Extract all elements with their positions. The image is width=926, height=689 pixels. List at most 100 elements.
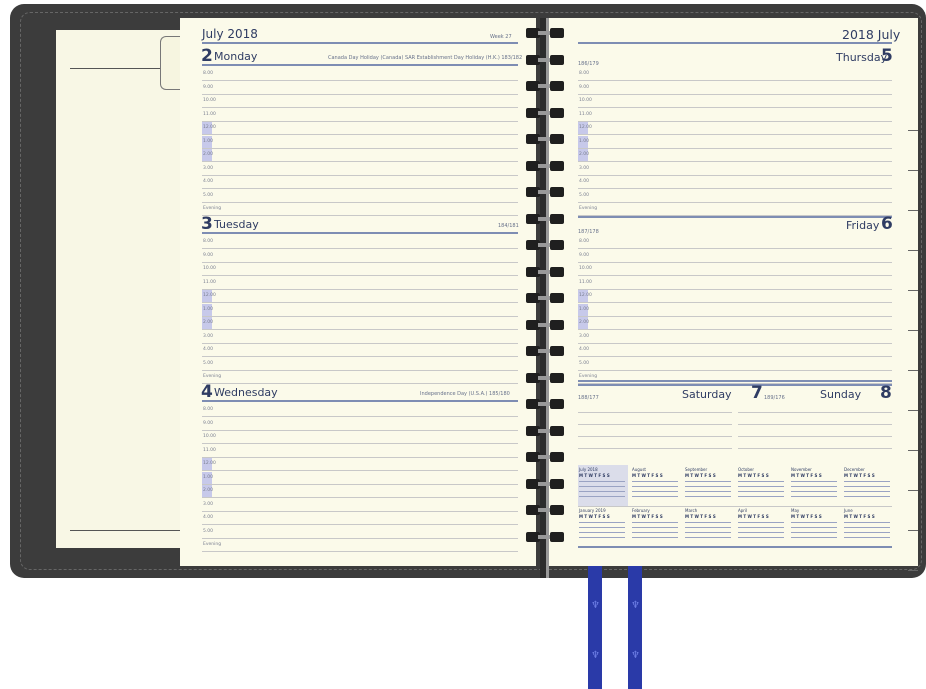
mini-calendar-dates bbox=[685, 532, 731, 533]
mini-calendar-dates bbox=[685, 481, 731, 482]
hour-label: 8.00 bbox=[203, 71, 214, 76]
hour-line bbox=[202, 188, 518, 189]
day-number: 5 bbox=[881, 46, 893, 66]
hour-line bbox=[202, 107, 518, 108]
hour-label: 10.00 bbox=[203, 98, 216, 103]
binder-ring bbox=[526, 28, 564, 38]
hour-label: 8.00 bbox=[203, 407, 214, 412]
mini-calendar-weekdays: M T W T F S S bbox=[844, 473, 875, 478]
month-tab-edge[interactable] bbox=[908, 570, 918, 571]
hour-line bbox=[202, 497, 518, 498]
day-notes: Canada Day Holiday (Canada) SAR Establis… bbox=[328, 55, 523, 61]
hour-line bbox=[202, 416, 518, 417]
inside-cover-flap bbox=[56, 30, 180, 548]
month-tab-edge[interactable] bbox=[908, 450, 918, 451]
hour-line bbox=[202, 537, 518, 539]
day-name: Wednesday bbox=[214, 386, 278, 399]
mini-calendar-dates bbox=[738, 522, 784, 523]
mini-calendar-dates bbox=[738, 527, 784, 528]
hour-line bbox=[202, 342, 518, 344]
month-tab-edge[interactable] bbox=[908, 530, 918, 531]
hour-line bbox=[578, 356, 892, 357]
hour-line bbox=[202, 315, 518, 317]
bookmark-ribbon[interactable] bbox=[588, 566, 602, 689]
ribbon-emblem-icon: ♆ bbox=[591, 600, 600, 611]
month-tab-edge[interactable] bbox=[908, 130, 918, 131]
month-tab-edge[interactable] bbox=[908, 210, 918, 211]
month-tab-edge[interactable] bbox=[908, 250, 918, 251]
mini-calendar-dates bbox=[738, 537, 784, 538]
mini-calendar-month: February bbox=[632, 508, 650, 513]
hour-label: 2.00 bbox=[203, 488, 214, 493]
day-number: 4 bbox=[201, 382, 213, 402]
hour-label: 3.00 bbox=[579, 333, 590, 339]
day-rule bbox=[202, 232, 518, 234]
mini-calendar-dates bbox=[579, 537, 625, 538]
saturday-notes-2: 189/176 bbox=[764, 395, 785, 401]
hour-label: 4.00 bbox=[203, 347, 214, 352]
mini-calendar-dates bbox=[791, 532, 837, 533]
month-tab-edge[interactable] bbox=[908, 370, 918, 371]
hour-line bbox=[202, 215, 518, 216]
mini-calendar-dates bbox=[844, 481, 890, 482]
hour-label: Evening bbox=[579, 374, 598, 379]
mini-calendar-month: June bbox=[844, 508, 853, 513]
mini-calendar-dates bbox=[844, 491, 890, 492]
hour-label: 12.00 bbox=[203, 293, 216, 298]
ribbon-emblem-icon: ♆ bbox=[631, 600, 640, 611]
month-tab-edge[interactable] bbox=[908, 170, 918, 171]
hour-line bbox=[578, 201, 892, 203]
hour-line bbox=[202, 524, 518, 525]
mini-calendar-dates bbox=[632, 496, 678, 497]
hour-line bbox=[578, 342, 892, 344]
binder-ring bbox=[526, 213, 564, 224]
hour-label: 5.00 bbox=[203, 192, 214, 198]
mini-calendar-dates bbox=[791, 481, 837, 482]
hour-line bbox=[202, 429, 518, 431]
bookmark-ribbon[interactable] bbox=[628, 566, 642, 689]
day-name: Friday bbox=[846, 219, 880, 232]
month-tab-edge[interactable] bbox=[908, 330, 918, 331]
month-tab-edge[interactable] bbox=[908, 410, 918, 411]
day-number: 2 bbox=[201, 46, 213, 66]
mini-calendar-dates bbox=[791, 527, 837, 528]
month-tab-edge[interactable] bbox=[908, 290, 918, 291]
hour-label: 5.00 bbox=[579, 192, 590, 198]
hour-line bbox=[578, 275, 892, 276]
hour-line bbox=[202, 174, 518, 176]
mini-calendar-weekdays: M T W T F S S bbox=[579, 473, 610, 478]
day-notes: 184/181 bbox=[498, 223, 519, 229]
hour-label: 9.00 bbox=[203, 252, 214, 258]
mini-calendar-weekdays: M T W T F S S bbox=[685, 473, 716, 478]
day-name: Tuesday bbox=[214, 218, 259, 231]
hour-line bbox=[202, 248, 518, 249]
month-tab-edge[interactable] bbox=[908, 490, 918, 491]
hour-label: 3.00 bbox=[203, 165, 214, 171]
hour-line bbox=[202, 93, 518, 95]
left-header-week: Week 27 bbox=[490, 34, 512, 40]
hour-label: 5.00 bbox=[579, 360, 590, 366]
mini-calendar-dates bbox=[738, 491, 784, 492]
mini-calendar-dates bbox=[738, 532, 784, 533]
mini-calendar-dates bbox=[791, 491, 837, 492]
hour-label: 9.00 bbox=[579, 252, 590, 258]
hour-line bbox=[202, 275, 518, 276]
hour-label: 8.00 bbox=[203, 239, 214, 244]
hour-label: 3.00 bbox=[579, 165, 590, 171]
hour-label: 4.00 bbox=[579, 179, 590, 184]
hour-label: Evening bbox=[203, 542, 222, 547]
hour-label: 11.00 bbox=[579, 279, 592, 285]
day-notes: Independence Day (U.S.A.) 185/180 bbox=[420, 391, 510, 397]
hour-line bbox=[578, 147, 892, 149]
saturday-notes: 188/177 bbox=[578, 395, 599, 401]
hour-line bbox=[202, 288, 518, 290]
weekend-line bbox=[738, 448, 892, 449]
hour-label: 2.00 bbox=[579, 320, 590, 325]
left-header-title: July 2018 bbox=[202, 27, 258, 41]
day-notes: 186/179 bbox=[578, 61, 599, 67]
weekend-line bbox=[738, 412, 892, 413]
hour-line bbox=[578, 134, 892, 135]
hour-label: 10.00 bbox=[579, 266, 592, 271]
mini-calendar-dates bbox=[685, 537, 731, 538]
hour-line bbox=[578, 315, 892, 317]
